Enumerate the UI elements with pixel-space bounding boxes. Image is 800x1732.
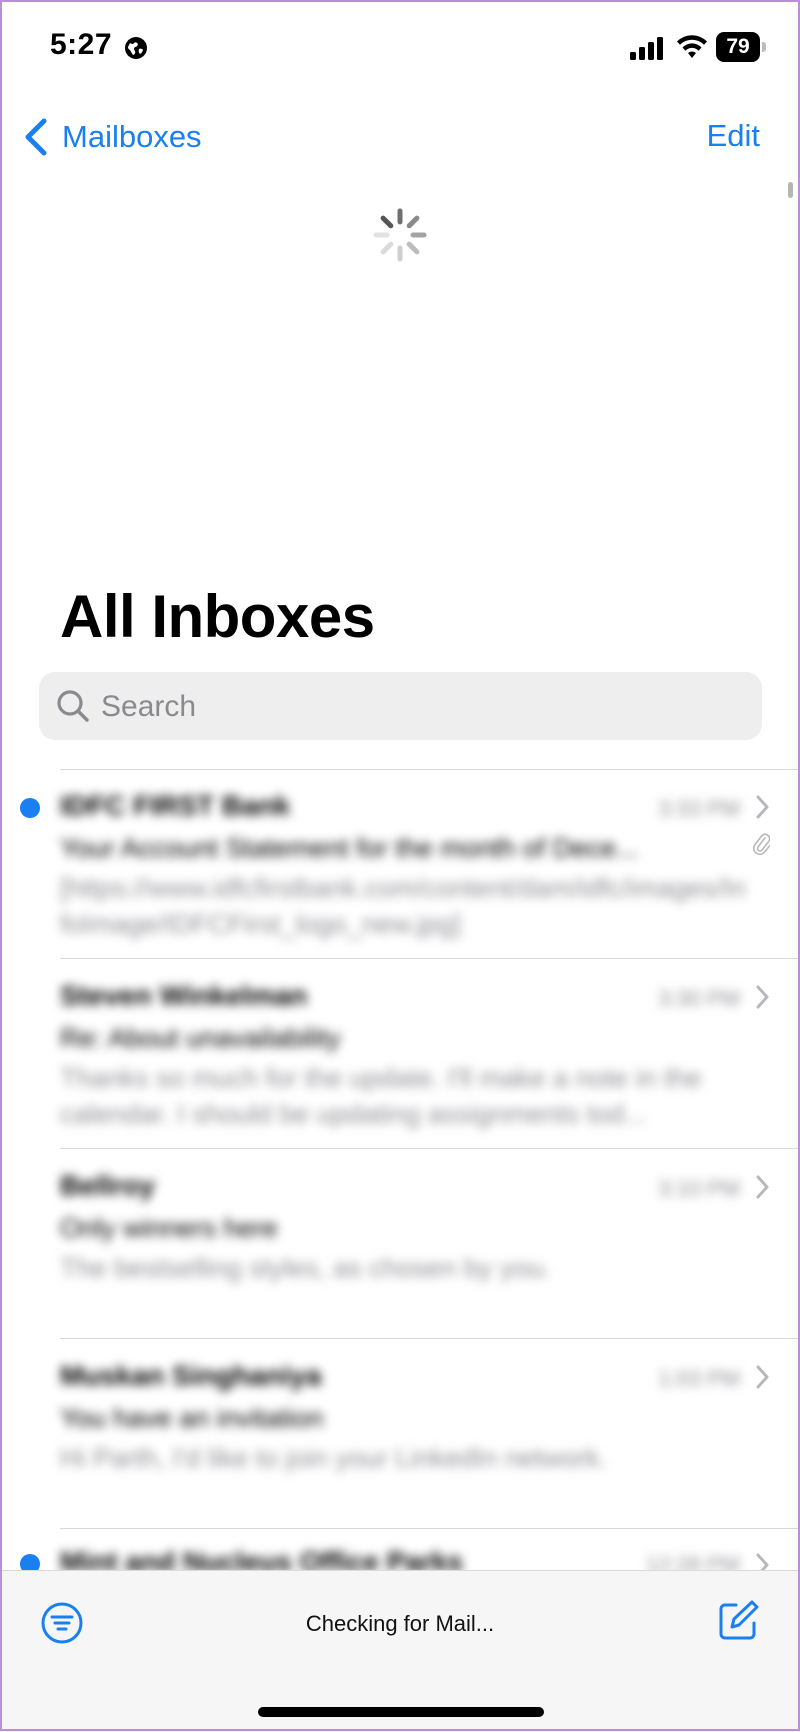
edit-button[interactable]: Edit [707,118,760,154]
mail-subject: You have an invitation [60,1403,324,1433]
cellular-signal-icon [630,37,663,60]
chevron-right-icon [756,1175,769,1199]
back-to-mailboxes-button[interactable]: Mailboxes [22,112,202,162]
mail-preview: Thanks so much for the update. I'll make… [60,1063,702,1129]
row-divider [60,958,800,959]
mail-list-item[interactable]: Mint and Nucleus Office Parks 12:28 PM [0,1530,800,1570]
battery-icon: 79 [716,32,766,62]
mail-time: 3:10 PM [658,1176,740,1201]
search-input[interactable] [99,682,743,732]
chevron-right-icon [756,1365,769,1389]
battery-nub [762,42,766,52]
search-icon [57,690,89,722]
paperclip-icon [752,833,770,856]
mail-time: 3:30 PM [658,986,740,1011]
mail-sender: Muskan Singhaniya [60,1360,322,1391]
row-divider [60,1148,800,1149]
mail-subject: Only winners here [60,1213,278,1243]
mail-list-item[interactable]: Muskan Singhaniya 1:03 PM You have an in… [0,1340,800,1530]
mail-sender: Mint and Nucleus Office Parks [60,1546,463,1570]
wifi-icon [677,35,707,58]
chevron-left-icon [25,118,47,156]
home-indicator[interactable] [258,1707,544,1717]
page-title: All Inboxes [60,583,375,650]
mail-sender: IDFC FIRST Bank [60,790,291,821]
mail-sender: Bellroy [60,1170,155,1201]
mail-subject: Re: About unavailability [60,1023,341,1053]
mail-time: 12:28 PM [645,1552,740,1570]
globe-icon [125,37,147,59]
chevron-right-icon [756,985,769,1009]
mail-preview: [https://www.idfcfirstbank.com/content/d… [60,873,746,939]
mail-list-item[interactable]: IDFC FIRST Bank 3:33 PM Your Account Sta… [0,770,800,960]
mail-sender: Steven Winkelman [60,980,308,1011]
scroll-indicator [788,182,793,198]
row-divider [60,1528,800,1529]
back-label: Mailboxes [62,119,202,154]
mail-list-item[interactable]: Bellroy 3:10 PM Only winners here The be… [0,1150,800,1340]
chevron-right-icon [756,795,769,819]
unread-dot [20,798,40,818]
row-divider [60,1338,800,1339]
mail-preview: Hi Parth, I'd like to join your LinkedIn… [60,1443,607,1473]
mail-status-text: Checking for Mail... [305,1611,495,1636]
battery-level: 79 [716,32,760,62]
mail-time: 1:03 PM [658,1366,740,1391]
compose-icon[interactable] [716,1599,760,1643]
search-bar[interactable] [39,672,762,740]
loading-spinner-icon [373,208,427,262]
unread-dot [20,1554,40,1570]
mail-subject: Your Account Statement for the month of … [60,833,639,863]
mail-list-item[interactable]: Steven Winkelman 3:30 PM Re: About unava… [0,960,800,1150]
mail-preview: The bestselling styles, as chosen by you… [60,1253,551,1283]
status-time: 5:27 [50,28,113,61]
chevron-right-icon [756,1553,769,1570]
mail-time: 3:33 PM [658,796,740,821]
